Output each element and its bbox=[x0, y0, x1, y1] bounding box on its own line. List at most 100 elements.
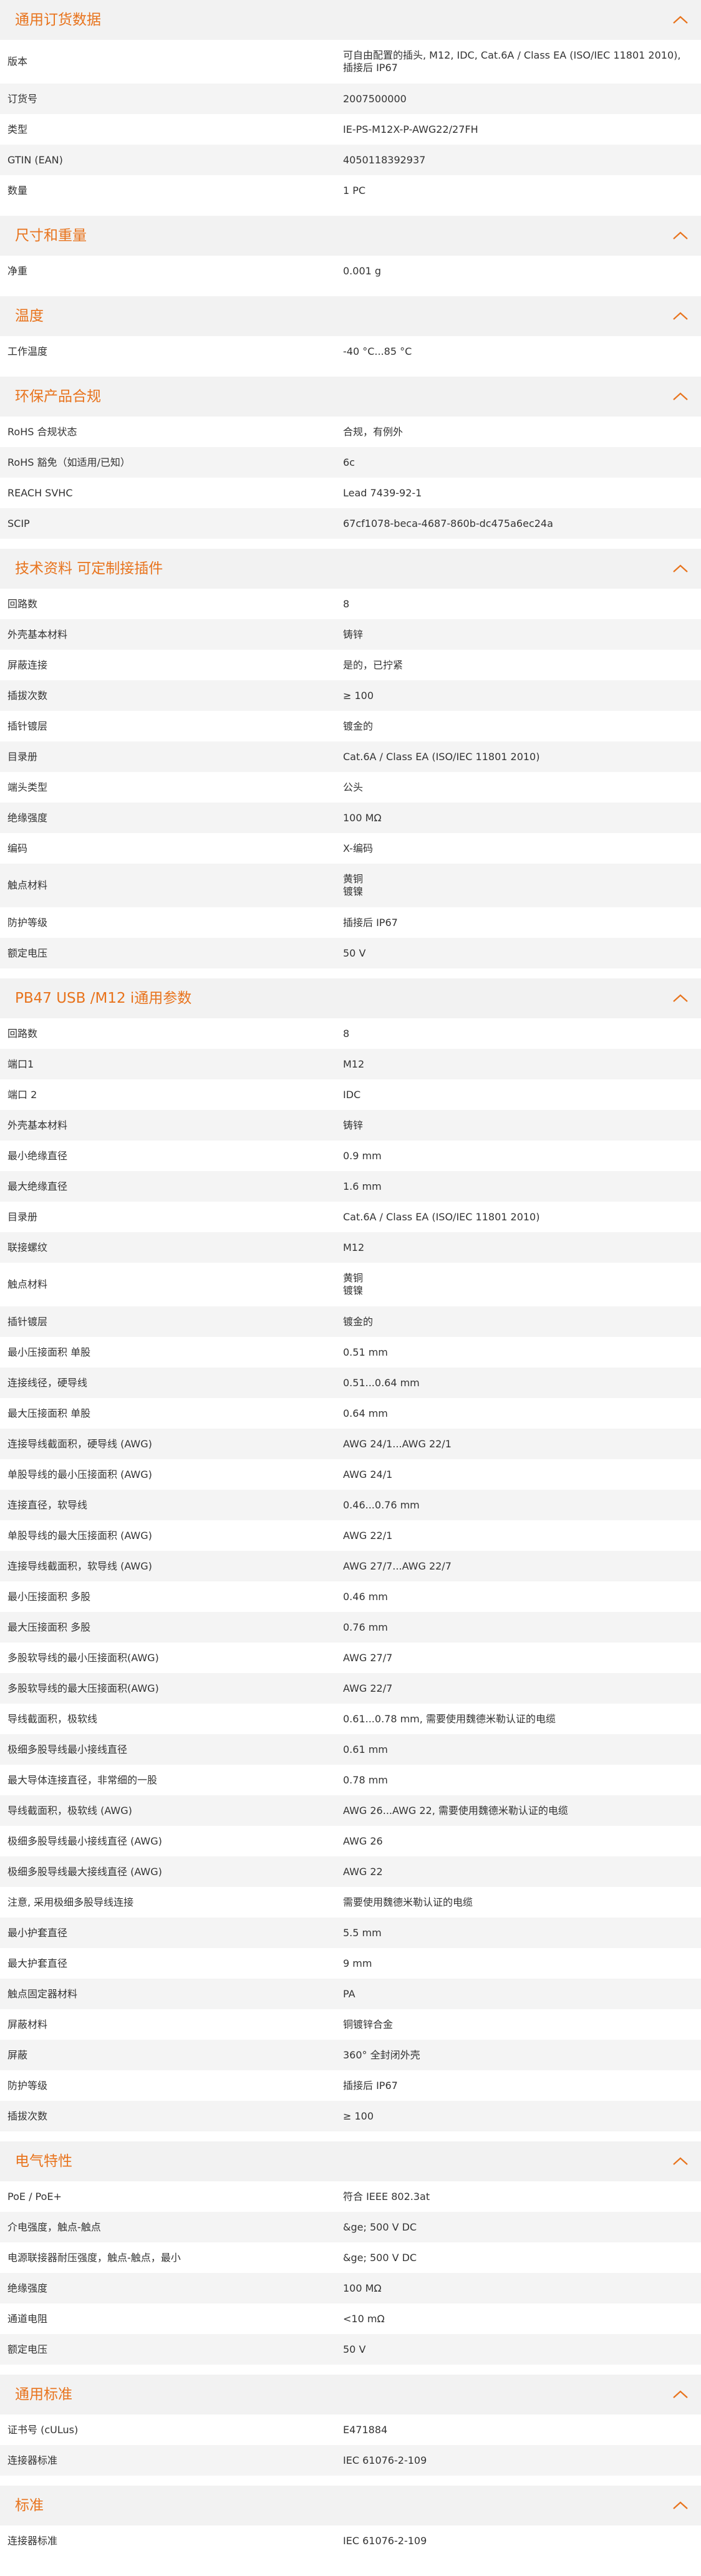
section-title: 环保产品合规 bbox=[15, 388, 101, 405]
spec-label: 极细多股导线最大接线直径 (AWG) bbox=[7, 1865, 162, 1878]
section-header[interactable]: 环保产品合规 bbox=[0, 377, 701, 417]
chevron-up-icon[interactable] bbox=[671, 2388, 690, 2401]
section-title: 电气特性 bbox=[15, 2153, 72, 2169]
spec-value: AWG 26 bbox=[343, 1835, 383, 1847]
spec-row: 多股软导线的最小压接面积(AWG) AWG 27/7 bbox=[0, 1643, 701, 1673]
spec-label: 最小压接面积 单股 bbox=[7, 1346, 91, 1358]
spec-value: IEC 61076-2-109 bbox=[343, 2454, 427, 2466]
spec-row: 极细多股导线最大接线直径 (AWG) AWG 22 bbox=[0, 1856, 701, 1887]
spec-section: 标准连接器标准 IEC 61076-2-109 bbox=[0, 2486, 701, 2556]
spec-table: 回路数 8 外壳基本材料 铸锌 屏蔽连接 是的，已拧紧 插拔次数 ≥ 100 插针镀层 镀金的 目录… bbox=[0, 589, 701, 968]
spec-label: 多股软导线的最大压接面积(AWG) bbox=[7, 1682, 159, 1694]
spec-label: 最小压接面积 多股 bbox=[7, 1590, 91, 1603]
spec-table: 版本 可自由配置的插头, M12, IDC, Cat.6A / Class EA … bbox=[0, 40, 701, 206]
spec-value: IDC bbox=[343, 1088, 361, 1101]
spec-row: 插拔次数 ≥ 100 bbox=[0, 2101, 701, 2131]
spec-value: Cat.6A / Class EA (ISO/IEC 11801 2010) bbox=[343, 1210, 540, 1223]
spec-label: SCIP bbox=[7, 517, 30, 529]
section-header[interactable]: 标准 bbox=[0, 2486, 701, 2525]
spec-label: 最小绝缘直径 bbox=[7, 1149, 68, 1162]
spec-row: 最大压接面积 多股 0.76 mm bbox=[0, 1612, 701, 1643]
chevron-up-icon[interactable] bbox=[671, 14, 690, 26]
spec-table: 回路数 8 端口1 M12 端口 2 IDC 外壳基本材料 铸锌 最小绝缘直径 0.9 mm 最大绝… bbox=[0, 1018, 701, 2131]
spec-row: GTIN (EAN) 4050118392937 bbox=[0, 145, 701, 175]
spec-row: 防护等级 插接后 IP67 bbox=[0, 2070, 701, 2101]
datasheet-page: 通用订货数据版本 可自由配置的插头, M12, IDC, Cat.6A / Cla… bbox=[0, 0, 701, 2556]
spec-value: 0.46...0.76 mm bbox=[343, 1498, 420, 1511]
section-header[interactable]: 尺寸和重量 bbox=[0, 216, 701, 256]
section-header[interactable]: 通用订货数据 bbox=[0, 0, 701, 40]
spec-value: 黄铜 镀镍 bbox=[343, 1272, 364, 1296]
spec-label: 触点固定器材料 bbox=[7, 1987, 78, 2000]
spec-label: 版本 bbox=[7, 55, 28, 67]
chevron-up-icon[interactable] bbox=[671, 2499, 690, 2512]
section-divider bbox=[0, 968, 701, 978]
spec-value: IE-PS-M12X-P-AWG22/27FH bbox=[343, 123, 478, 135]
spec-table: 工作温度 -40 °C...85 °C bbox=[0, 336, 701, 367]
spec-value: 5.5 mm bbox=[343, 1926, 382, 1939]
spec-value: &ge; 500 V DC bbox=[343, 2221, 417, 2233]
spec-label: 端口 2 bbox=[7, 1088, 37, 1101]
spec-label: 导线截面积，极软线 bbox=[7, 1712, 98, 1725]
spec-label: 数量 bbox=[7, 184, 28, 196]
spec-label: 触点材料 bbox=[7, 1278, 48, 1290]
spec-row: 屏蔽连接 是的，已拧紧 bbox=[0, 650, 701, 680]
spec-label: 屏蔽连接 bbox=[7, 658, 48, 671]
spec-row: 绝缘强度 100 MΩ bbox=[0, 803, 701, 833]
chevron-up-icon[interactable] bbox=[671, 2155, 690, 2168]
spec-row: 最小压接面积 多股 0.46 mm bbox=[0, 1581, 701, 1612]
spec-value: 67cf1078-beca-4687-860b-dc475a6ec24a bbox=[343, 517, 553, 529]
section-header[interactable]: 通用标准 bbox=[0, 2375, 701, 2414]
spec-row: 回路数 8 bbox=[0, 589, 701, 619]
section-title: 标准 bbox=[15, 2497, 44, 2514]
spec-table: 净重 0.001 g bbox=[0, 256, 701, 286]
spec-row: 极细多股导线最小接线直径 0.61 mm bbox=[0, 1734, 701, 1765]
spec-section: 通用标准证书号 (cULus) E471884 连接器标准 IEC 61076-2-1… bbox=[0, 2375, 701, 2476]
spec-value: AWG 27/7 bbox=[343, 1651, 393, 1664]
section-header[interactable]: PB47 USB /M12 i通用参数 bbox=[0, 978, 701, 1018]
chevron-up-icon[interactable] bbox=[671, 310, 690, 322]
spec-label: 目录册 bbox=[7, 1210, 38, 1223]
section-divider bbox=[0, 2365, 701, 2375]
spec-label: 连接直径，软导线 bbox=[7, 1498, 88, 1511]
spec-section: 环保产品合规 RoHS 合规状态 合规，有例外 RoHS 豁免（如适用/已知） 6c RE… bbox=[0, 377, 701, 539]
spec-row: 目录册 Cat.6A / Class EA (ISO/IEC 11801 2010… bbox=[0, 741, 701, 772]
section-header[interactable]: 温度 bbox=[0, 296, 701, 336]
spec-value: AWG 22 bbox=[343, 1865, 383, 1878]
spec-label: 回路数 bbox=[7, 597, 38, 610]
spec-value: AWG 24/1...AWG 22/1 bbox=[343, 1437, 452, 1450]
spec-row: 外壳基本材料 铸锌 bbox=[0, 1110, 701, 1141]
spec-row: 注意, 采用极细多股导线连接 需要使用魏德米勒认证的电缆 bbox=[0, 1887, 701, 1918]
section-title: 温度 bbox=[15, 307, 44, 324]
spec-row: 净重 0.001 g bbox=[0, 256, 701, 286]
chevron-up-icon[interactable] bbox=[671, 390, 690, 403]
spec-label: RoHS 豁免（如适用/已知） bbox=[7, 456, 130, 468]
chevron-up-icon[interactable] bbox=[671, 562, 690, 575]
spec-value: AWG 22/7 bbox=[343, 1682, 393, 1694]
spec-row: 额定电压 50 V bbox=[0, 2334, 701, 2365]
spec-label: 插拔次数 bbox=[7, 689, 48, 702]
chevron-up-icon[interactable] bbox=[671, 229, 690, 242]
spec-row: 联接螺纹 M12 bbox=[0, 1232, 701, 1263]
section-header[interactable]: 电气特性 bbox=[0, 2141, 701, 2181]
spec-row: 连接器标准 IEC 61076-2-109 bbox=[0, 2445, 701, 2476]
spec-label: 绝缘强度 bbox=[7, 2282, 48, 2294]
spec-row: 最小护套直径 5.5 mm bbox=[0, 1918, 701, 1948]
spec-value: 黄铜 镀镍 bbox=[343, 873, 364, 897]
section-header[interactable]: 技术资料 可定制接插件 bbox=[0, 549, 701, 589]
spec-value: 0.001 g bbox=[343, 264, 382, 277]
spec-value: 可自由配置的插头, M12, IDC, Cat.6A / Class EA (I… bbox=[343, 49, 681, 74]
chevron-up-icon[interactable] bbox=[671, 992, 690, 1005]
spec-value: <10 mΩ bbox=[343, 2312, 385, 2325]
spec-value: E471884 bbox=[343, 2423, 388, 2436]
spec-label: 连接器标准 bbox=[7, 2534, 58, 2547]
spec-value: M12 bbox=[343, 1058, 365, 1070]
spec-label: 证书号 (cULus) bbox=[7, 2423, 79, 2436]
spec-row: 单股导线的最大压接面积 (AWG) AWG 22/1 bbox=[0, 1520, 701, 1551]
spec-label: 最大导体连接直径，非常细的一股 bbox=[7, 1773, 158, 1786]
spec-value: 360° 全封闭外壳 bbox=[343, 2048, 420, 2061]
spec-label: PoE / PoE+ bbox=[7, 2190, 62, 2202]
spec-table: 连接器标准 IEC 61076-2-109 bbox=[0, 2525, 701, 2556]
spec-row: 类型 IE-PS-M12X-P-AWG22/27FH bbox=[0, 114, 701, 145]
spec-value: AWG 24/1 bbox=[343, 1468, 393, 1480]
